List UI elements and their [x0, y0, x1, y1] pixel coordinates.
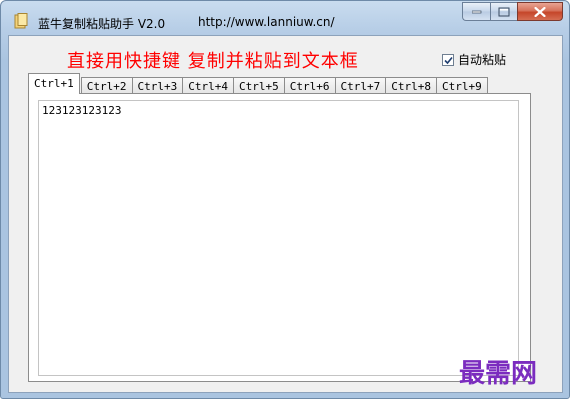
- tab-ctrl-4[interactable]: Ctrl+4: [182, 77, 234, 94]
- maximize-button[interactable]: [490, 2, 517, 21]
- client-area: 直接用快捷键 复制并粘贴到文本框 自动粘贴 Ctrl+1 Ctrl+2 Ctrl…: [8, 35, 563, 393]
- title-url: http://www.lanniuw.cn/: [198, 15, 335, 29]
- tab-ctrl-1[interactable]: Ctrl+1: [28, 73, 80, 94]
- auto-paste-label: 自动粘贴: [458, 53, 507, 67]
- hotkey-tabs: Ctrl+1 Ctrl+2 Ctrl+3 Ctrl+4 Ctrl+5 Ctrl+…: [28, 72, 488, 94]
- tab-ctrl-2[interactable]: Ctrl+2: [80, 77, 133, 94]
- close-button[interactable]: [517, 2, 563, 21]
- check-icon: [444, 56, 453, 64]
- title-bar[interactable]: 蓝牛复制粘贴助手 V2.0 http://www.lanniuw.cn/: [1, 1, 569, 35]
- tab-ctrl-8[interactable]: Ctrl+8: [385, 77, 437, 94]
- tab-ctrl-9[interactable]: Ctrl+9: [436, 77, 488, 94]
- tab-ctrl-6[interactable]: Ctrl+6: [283, 77, 336, 94]
- caption-buttons: [462, 2, 563, 22]
- maximize-icon: [498, 7, 510, 16]
- minimize-button[interactable]: [462, 2, 490, 21]
- app-icon: [14, 13, 28, 29]
- auto-paste-checkbox[interactable]: [442, 53, 454, 66]
- clipboard-text: 123123123123: [42, 104, 122, 117]
- tab-ctrl-3[interactable]: Ctrl+3: [131, 77, 184, 94]
- auto-paste-option[interactable]: 自动粘贴: [442, 51, 506, 68]
- window-title: 蓝牛复制粘贴助手 V2.0: [38, 17, 166, 31]
- clipboard-textbox[interactable]: 123123123123: [38, 100, 519, 376]
- watermark-logo: 最需网: [459, 359, 538, 389]
- hotkey-instruction: 直接用快捷键 复制并粘贴到文本框: [67, 51, 359, 72]
- app-window: 蓝牛复制粘贴助手 V2.0 http://www.lanniuw.cn/ 直接用…: [0, 0, 570, 399]
- minimize-icon: [471, 10, 481, 13]
- close-icon: [534, 6, 546, 17]
- tab-panel: 123123123123: [28, 93, 531, 382]
- tab-ctrl-5[interactable]: Ctrl+5: [233, 77, 285, 94]
- tab-ctrl-7[interactable]: Ctrl+7: [334, 77, 387, 94]
